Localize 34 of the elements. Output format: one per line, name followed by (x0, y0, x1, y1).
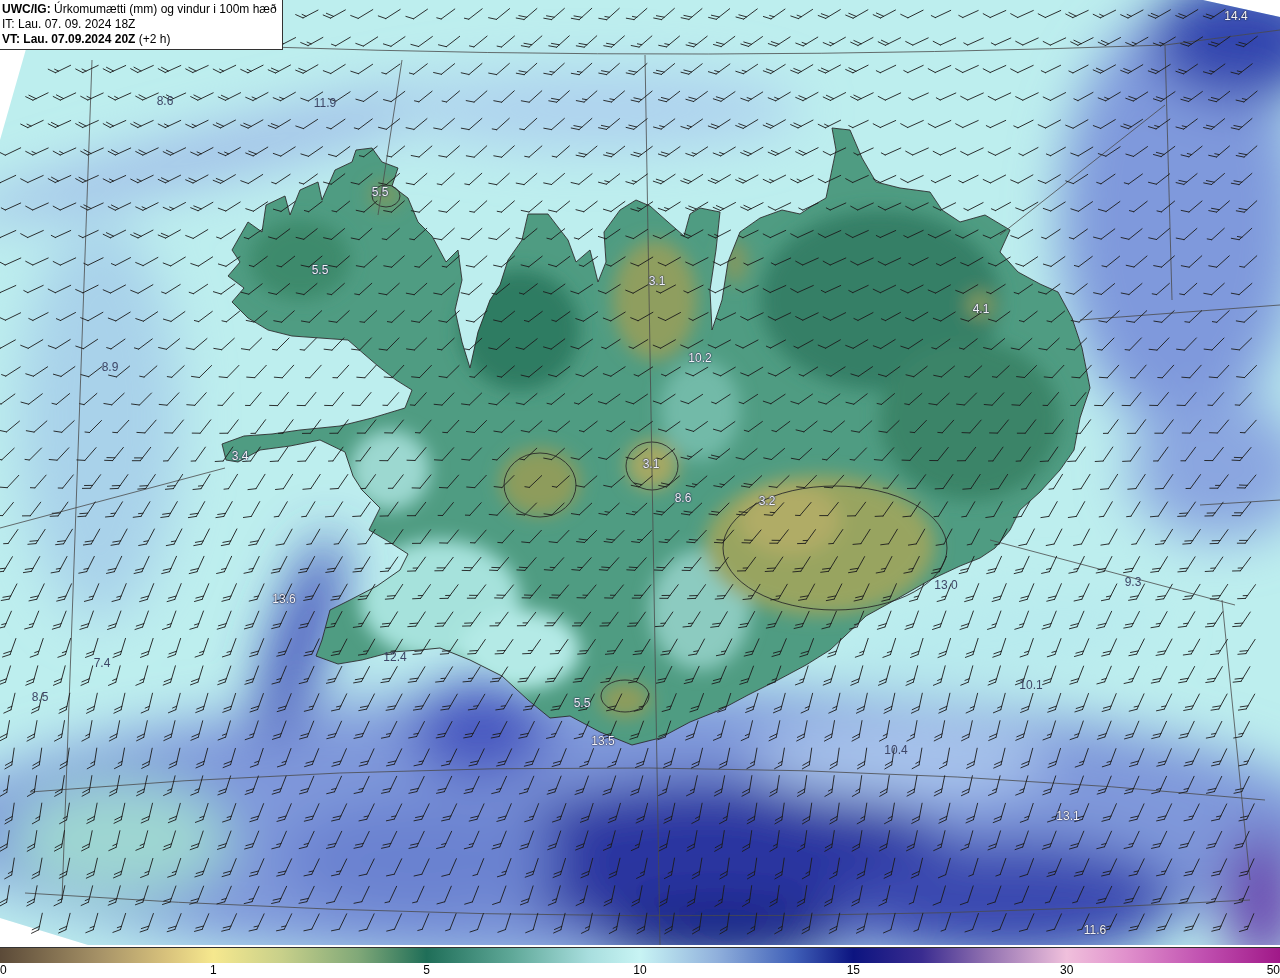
map-value-label: 10.1 (1019, 678, 1043, 692)
scale-tick-label: 15 (846, 963, 860, 978)
map-value-label: 14.4 (1224, 9, 1248, 23)
issue-time: IT: Lau. 07. 09. 2024 18Z (2, 17, 137, 32)
map-value-label: 13.0 (934, 578, 958, 592)
map-value-label: 13.5 (591, 734, 615, 748)
map-value-label: 10.4 (884, 743, 908, 757)
map-value-label: 8.6 (674, 491, 692, 505)
map-value-label: 11.9 (313, 96, 337, 110)
map-value-label: 11.6 (1083, 923, 1107, 937)
map-value-label: 8.6 (156, 94, 174, 108)
map-value-label: 9.3 (1124, 575, 1142, 589)
scale-tick-label: 1 (210, 963, 217, 978)
map-value-label: 12.4 (383, 650, 407, 664)
scale-tick-label: 50 (1266, 963, 1280, 978)
map-value-label: 3.2 (758, 494, 776, 508)
map-value-label: 13.6 (272, 592, 296, 606)
map-value-label: 7.4 (93, 656, 111, 670)
map-value-label: 13.1 (1056, 809, 1080, 823)
map-value-label: 3.1 (642, 457, 660, 471)
map-value-label: 5.5 (311, 263, 329, 277)
map-value-label: 3.1 (648, 274, 666, 288)
map-value-label: 5.5 (573, 696, 591, 710)
map-value-label: 5.5 (371, 185, 389, 199)
valid-time: VT: Lau. 07.09.2024 20Z (+2 h) (2, 32, 172, 47)
map-value-label: 8.9 (101, 360, 119, 374)
scale-tick-label: 5 (423, 963, 430, 978)
map-value-label: 3.4 (231, 449, 249, 463)
map-value-label: 4.1 (972, 302, 990, 316)
map-title: UWC/IG: Úrkomumætti (mm) og vindur i 100m hæð (2, 2, 277, 17)
map-value-label: 10.2 (688, 351, 712, 365)
scale-tick-label: 10 (633, 963, 647, 978)
scale-tick-label: 0 (0, 963, 7, 978)
scale-tick-label: 30 (1060, 963, 1074, 978)
